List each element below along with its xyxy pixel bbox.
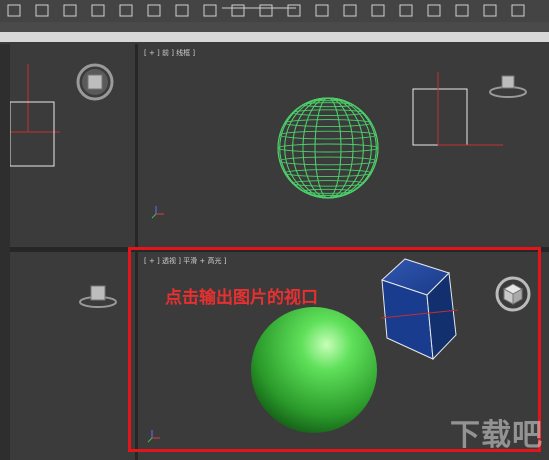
object-outline bbox=[10, 101, 55, 167]
angle-snap-icon[interactable] bbox=[231, 4, 245, 17]
viewcube-front-icon[interactable] bbox=[489, 75, 527, 98]
solid-cube[interactable] bbox=[380, 258, 459, 361]
viewport-left[interactable] bbox=[10, 252, 135, 460]
curve-editor-icon[interactable] bbox=[371, 4, 385, 17]
move-icon[interactable] bbox=[35, 4, 49, 17]
main-toolbar bbox=[0, 0, 549, 23]
solid-sphere[interactable] bbox=[251, 307, 377, 433]
wire-longitude bbox=[302, 97, 354, 199]
watermark: 下载吧 bbox=[450, 418, 543, 453]
left-panel-edge bbox=[0, 44, 10, 460]
snap-icon[interactable] bbox=[203, 4, 217, 17]
layer-icon[interactable] bbox=[343, 4, 357, 17]
wire-longitude bbox=[279, 97, 377, 199]
annotation-text: 点击输出图片的视口 bbox=[165, 288, 318, 308]
rotate-icon[interactable] bbox=[63, 4, 77, 17]
mirror-icon[interactable] bbox=[287, 4, 301, 17]
object-outline-front bbox=[412, 72, 503, 146]
schematic-icon[interactable] bbox=[399, 4, 413, 17]
viewcube-icon[interactable] bbox=[76, 63, 114, 101]
toolbar-icons bbox=[7, 4, 525, 17]
select-icon[interactable] bbox=[7, 4, 21, 17]
render-frame-icon[interactable] bbox=[483, 4, 497, 17]
viewcube-left-icon[interactable] bbox=[79, 285, 117, 308]
ribbon-bar bbox=[0, 22, 549, 32]
wire-longitude bbox=[284, 97, 372, 199]
link-icon[interactable] bbox=[119, 4, 133, 17]
render-icon[interactable] bbox=[511, 4, 525, 17]
viewport-label-front[interactable]: [ + ] 前 ] 线框 ] bbox=[144, 48, 195, 58]
viewport-front[interactable]: [ + ] 前 ] 线框 ] bbox=[138, 44, 549, 247]
axis-tripod-persp-icon bbox=[147, 430, 160, 443]
unlink-icon[interactable] bbox=[147, 4, 161, 17]
viewcube-perspective-icon[interactable] bbox=[495, 276, 531, 312]
viewport-divider-horizontal[interactable] bbox=[10, 247, 549, 252]
wire-longitude bbox=[284, 97, 372, 199]
viewport-label-perspective[interactable]: [ + ] 透视 ] 平滑 + 高光 ] bbox=[144, 256, 226, 266]
material-editor-icon[interactable] bbox=[427, 4, 441, 17]
axis-tripod-icon bbox=[151, 206, 164, 219]
bind-icon[interactable] bbox=[175, 4, 189, 17]
wire-longitude bbox=[279, 97, 377, 199]
wireframe-sphere[interactable] bbox=[277, 97, 379, 199]
viewport-top[interactable] bbox=[10, 44, 135, 247]
status-strip bbox=[0, 32, 549, 42]
wire-longitude bbox=[314, 97, 342, 199]
render-setup-icon[interactable] bbox=[455, 4, 469, 17]
scale-icon[interactable] bbox=[91, 4, 105, 17]
viewport-divider-vertical[interactable] bbox=[135, 44, 138, 460]
align-icon[interactable] bbox=[315, 4, 329, 17]
percent-snap-icon[interactable] bbox=[259, 4, 273, 17]
